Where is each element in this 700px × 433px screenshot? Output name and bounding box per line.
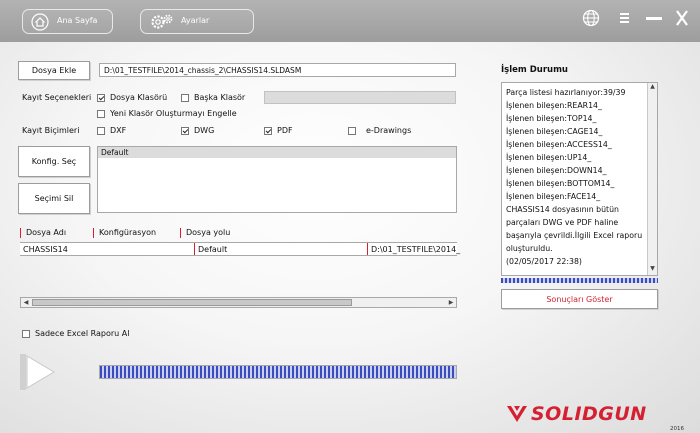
- add-file-button[interactable]: Dosya Ekle: [18, 61, 90, 80]
- solidgun-logo-mark: SOLIDGUN: [507, 403, 647, 425]
- minimize-icon[interactable]: [645, 11, 663, 27]
- column-header-file-name[interactable]: Dosya Adı: [26, 228, 66, 237]
- no-new-folder-label: Yeni Klasör Oluşturmayı Engelle: [110, 109, 237, 118]
- scroll-down-arrow-icon[interactable]: ▼: [648, 265, 657, 275]
- status-progress-strip: [501, 278, 658, 283]
- other-folder-checkbox[interactable]: Başka Klasör: [181, 93, 245, 102]
- format-pdf-checkbox[interactable]: PDF: [264, 126, 293, 135]
- save-formats-label: Kayıt Biçimleri: [22, 126, 80, 135]
- play-button[interactable]: [18, 352, 58, 392]
- top-bar: Ana Sayfa Ayarlar: [0, 0, 700, 42]
- format-dxf-label: DXF: [110, 126, 127, 135]
- settings-button[interactable]: Ayarlar: [140, 9, 254, 34]
- vertical-scrollbar[interactable]: ▲ ▼: [647, 83, 657, 275]
- status-log-line: İşlenen bileşen:BOTTOM14_: [506, 179, 615, 188]
- close-icon[interactable]: [674, 9, 690, 29]
- format-dwg-checkbox[interactable]: DWG: [181, 126, 214, 135]
- play-icon: [20, 354, 55, 390]
- globe-icon[interactable]: [582, 9, 600, 29]
- table-cell-file-path: D:\01_TESTFILE\2014_: [371, 245, 461, 254]
- status-log-line: İşlenen bileşen:UP14_: [506, 153, 592, 162]
- scroll-left-arrow-icon[interactable]: ◀: [21, 298, 31, 307]
- no-new-folder-check-box[interactable]: [97, 109, 105, 118]
- add-file-label: Dosya Ekle: [31, 66, 77, 75]
- table-cell-configuration: Default: [198, 245, 228, 254]
- status-title: İşlem Durumu: [501, 65, 568, 75]
- home-icon: [31, 13, 49, 34]
- format-dwg-label: DWG: [194, 126, 215, 135]
- table-row[interactable]: CHASSIS14 Default D:\01_TESTFILE\2014_: [20, 242, 461, 256]
- column-divider: [367, 243, 368, 255]
- main-panel: Dosya Ekle D:\01_TESTFILE\2014_chassis_2…: [0, 42, 700, 433]
- file-path-value: D:\01_TESTFILE\2014_chassis_2\CHASSIS14.…: [104, 65, 302, 75]
- solidgun-logo: SOLIDGUN 2016: [505, 398, 690, 432]
- status-log-lines: Parça listesi hazırlanıyor:39/39 İşlenen …: [502, 83, 657, 268]
- scroll-right-arrow-icon[interactable]: ▶: [446, 298, 456, 307]
- status-log-line: CHASSIS14 dosyasının bütün: [506, 205, 619, 214]
- column-divider: [20, 228, 21, 238]
- settings-label: Ayarlar: [181, 16, 210, 25]
- config-select-label: Konfig. Seç: [31, 157, 77, 166]
- menu-icon[interactable]: [619, 11, 631, 27]
- excel-only-label: Sadece Excel Raporu Al: [35, 329, 130, 338]
- brand-name: SOLIDGUN: [531, 403, 647, 425]
- scroll-up-arrow-icon[interactable]: ▲: [648, 83, 657, 93]
- excel-only-check-box[interactable]: [22, 329, 30, 338]
- status-log-line: İşlenen bileşen:REAR14_: [506, 101, 602, 110]
- progress-bar: [99, 365, 457, 379]
- config-select-button[interactable]: Konfig. Seç: [18, 146, 90, 177]
- home-label: Ana Sayfa: [57, 16, 98, 25]
- status-log-line: İşlenen bileşen:ACCESS14_: [506, 140, 612, 149]
- file-folder-label: Dosya Klasörü: [110, 93, 168, 102]
- format-dxf-check-box[interactable]: [97, 126, 105, 135]
- table-header: Dosya Adı Konfigürasyon Dosya yolu: [20, 228, 457, 239]
- status-log-line: parçaları DWG ve PDF haline: [506, 218, 619, 227]
- progress-fill: [100, 366, 456, 378]
- status-log-line: Parça listesi hazırlanıyor:39/39: [506, 88, 626, 97]
- column-divider: [93, 228, 94, 238]
- status-log-line: (02/05/2017 22:38): [506, 257, 582, 266]
- config-listbox[interactable]: Default: [97, 146, 457, 213]
- status-log: Parça listesi hazırlanıyor:39/39 İşlenen …: [501, 82, 658, 276]
- status-log-line: oluşturuldu.: [506, 244, 553, 253]
- clear-selection-label: Seçimi Sil: [34, 194, 74, 203]
- horizontal-scrollbar[interactable]: ◀ ▶: [20, 297, 457, 308]
- format-dwg-check-box[interactable]: [181, 126, 189, 135]
- status-log-line: İşlenen bileşen:TOP14_: [506, 114, 597, 123]
- column-divider: [180, 228, 181, 238]
- status-log-line: İşlenen bileşen:DOWN14_: [506, 166, 607, 175]
- clear-selection-button[interactable]: Seçimi Sil: [18, 183, 90, 214]
- column-header-configuration[interactable]: Konfigürasyon: [99, 228, 156, 237]
- show-results-button[interactable]: Sonuçları Göster: [501, 289, 658, 309]
- format-edrawings-label: e-Drawings: [366, 126, 412, 135]
- status-log-line: İşlenen bileşen:FACE14_: [506, 192, 601, 201]
- format-dxf-checkbox[interactable]: DXF: [97, 126, 126, 135]
- table-cell-file-name: CHASSIS14: [23, 245, 68, 254]
- no-new-folder-checkbox[interactable]: Yeni Klasör Oluşturmayı Engelle: [97, 109, 237, 118]
- home-button[interactable]: Ana Sayfa: [22, 9, 113, 34]
- file-folder-check-box[interactable]: [97, 93, 105, 102]
- status-log-line: İşlenen bileşen:CAGE14_: [506, 127, 603, 136]
- other-folder-path-field: [264, 91, 456, 104]
- column-divider: [194, 243, 195, 255]
- format-pdf-check-box[interactable]: [264, 126, 272, 135]
- other-folder-label: Başka Klasör: [194, 93, 246, 102]
- format-edrawings-checkbox[interactable]: e-Drawings: [348, 126, 411, 135]
- gear-icon: [149, 13, 175, 34]
- save-options-label: Kayıt Seçenekleri: [22, 93, 92, 102]
- status-log-line: başarıyla çevrildi.İlgili Excel raporu: [506, 231, 643, 240]
- brand-year: 2016: [670, 426, 684, 432]
- other-folder-check-box[interactable]: [181, 93, 189, 102]
- format-edrawings-check-box[interactable]: [348, 126, 356, 135]
- excel-only-checkbox[interactable]: Sadece Excel Raporu Al: [22, 329, 129, 338]
- format-pdf-label: PDF: [277, 126, 293, 135]
- config-list-item-selected[interactable]: Default: [98, 147, 456, 158]
- column-header-file-path[interactable]: Dosya yolu: [186, 228, 230, 237]
- scrollbar-thumb[interactable]: [32, 299, 352, 306]
- file-folder-checkbox[interactable]: Dosya Klasörü: [97, 93, 167, 102]
- show-results-label: Sonuçları Göster: [546, 294, 613, 304]
- file-path-field[interactable]: D:\01_TESTFILE\2014_chassis_2\CHASSIS14.…: [99, 63, 456, 77]
